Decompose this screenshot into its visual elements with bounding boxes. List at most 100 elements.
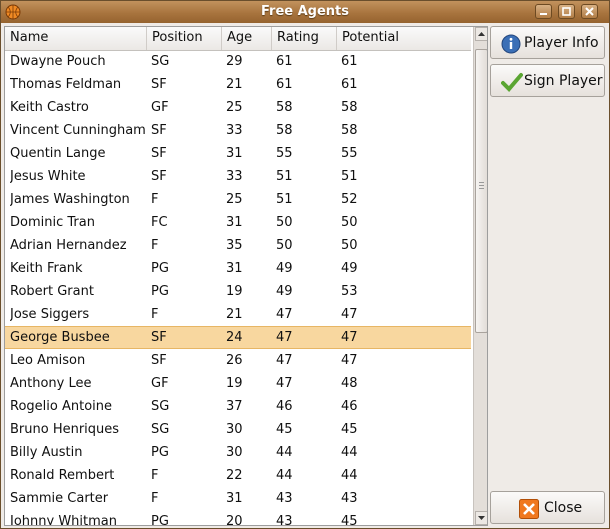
- cell-rating: 49: [276, 261, 293, 276]
- cell-rating: 43: [276, 514, 293, 526]
- close-button[interactable]: Close: [490, 491, 605, 524]
- cell-age: 29: [226, 54, 243, 69]
- maximize-button[interactable]: [558, 4, 575, 19]
- cell-age: 30: [226, 422, 243, 437]
- cell-name: Thomas Feldman: [10, 77, 122, 92]
- scrollbar-thumb[interactable]: [475, 49, 487, 333]
- free-agents-window: Free Agents Name Position Age Rating Pot…: [0, 0, 610, 529]
- table-row[interactable]: Keith Castro GF 25 58 58: [5, 96, 471, 119]
- cell-potential: 47: [341, 307, 358, 322]
- cell-position: SG: [151, 422, 170, 437]
- cell-name: James Washington: [10, 192, 130, 207]
- cell-position: F: [151, 491, 159, 506]
- table-row[interactable]: Billy Austin PG 30 44 44: [5, 441, 471, 464]
- cell-name: Keith Frank: [10, 261, 83, 276]
- table-row[interactable]: George Busbee SF 24 47 47: [5, 326, 471, 349]
- cell-age: 25: [226, 192, 243, 207]
- cell-rating: 47: [276, 353, 293, 368]
- cell-position: SG: [151, 399, 170, 414]
- close-x-icon: [519, 499, 539, 519]
- table-row[interactable]: Sammie Carter F 31 43 43: [5, 487, 471, 510]
- table-row[interactable]: James Washington F 25 51 52: [5, 188, 471, 211]
- cell-rating: 51: [276, 169, 293, 184]
- column-header-position[interactable]: Position: [147, 27, 222, 50]
- pane-grip-line: [479, 188, 484, 189]
- cell-name: Vincent Cunningham: [10, 123, 146, 138]
- cell-name: Sammie Carter: [10, 491, 109, 506]
- table-row[interactable]: Robert Grant PG 19 49 53: [5, 280, 471, 303]
- cell-potential: 43: [341, 491, 358, 506]
- cell-position: SF: [151, 353, 167, 368]
- cell-potential: 51: [341, 169, 358, 184]
- scroll-up-button[interactable]: [475, 27, 487, 41]
- cell-age: 31: [226, 491, 243, 506]
- cell-position: PG: [151, 514, 169, 526]
- table-row[interactable]: Leo Amison SF 26 47 47: [5, 349, 471, 372]
- cell-age: 26: [226, 353, 243, 368]
- table-row[interactable]: Jesus White SF 33 51 51: [5, 165, 471, 188]
- cell-age: 37: [226, 399, 243, 414]
- vertical-scrollbar[interactable]: [473, 27, 487, 525]
- table-row[interactable]: Bruno Henriques SG 30 45 45: [5, 418, 471, 441]
- table-row[interactable]: Dwayne Pouch SG 29 61 61: [5, 50, 471, 73]
- table-row[interactable]: Keith Frank PG 31 49 49: [5, 257, 471, 280]
- table-row[interactable]: Adrian Hernandez F 35 50 50: [5, 234, 471, 257]
- cell-name: Leo Amison: [10, 353, 86, 368]
- cell-age: 21: [226, 77, 243, 92]
- table-row[interactable]: Johnny Whitman PG 20 43 45: [5, 510, 471, 526]
- cell-name: Bruno Henriques: [10, 422, 120, 437]
- cell-position: PG: [151, 284, 169, 299]
- cell-position: PG: [151, 445, 169, 460]
- cell-name: Johnny Whitman: [10, 514, 118, 526]
- cell-age: 20: [226, 514, 243, 526]
- minimize-button[interactable]: [535, 4, 552, 19]
- cell-potential: 50: [341, 238, 358, 253]
- cell-age: 19: [226, 284, 243, 299]
- table-row[interactable]: Rogelio Antoine SG 37 46 46: [5, 395, 471, 418]
- table-row[interactable]: Jose Siggers F 21 47 47: [5, 303, 471, 326]
- table-row[interactable]: Dominic Tran FC 31 50 50: [5, 211, 471, 234]
- cell-position: SG: [151, 54, 170, 69]
- cell-rating: 50: [276, 215, 293, 230]
- scroll-down-button[interactable]: [475, 511, 487, 525]
- cell-position: PG: [151, 261, 169, 276]
- free-agents-table[interactable]: Name Position Age Rating Potential Dwayn…: [4, 26, 488, 526]
- table-row[interactable]: Thomas Feldman SF 21 61 61: [5, 73, 471, 96]
- player-info-button[interactable]: Player Info: [490, 26, 605, 59]
- table-row[interactable]: Quentin Lange SF 31 55 55: [5, 142, 471, 165]
- cell-age: 30: [226, 445, 243, 460]
- column-header-potential[interactable]: Potential: [337, 27, 471, 50]
- cell-rating: 50: [276, 238, 293, 253]
- column-header-rating[interactable]: Rating: [272, 27, 337, 50]
- cell-potential: 55: [341, 146, 358, 161]
- cell-position: F: [151, 307, 159, 322]
- cell-name: Anthony Lee: [10, 376, 92, 391]
- cell-rating: 58: [276, 100, 293, 115]
- cell-potential: 52: [341, 192, 358, 207]
- cell-name: Jesus White: [10, 169, 86, 184]
- table-row[interactable]: Vincent Cunningham SF 33 58 58: [5, 119, 471, 142]
- table-body: Dwayne Pouch SG 29 61 61 Thomas Feldman SF 21 61…: [5, 50, 471, 526]
- table-row[interactable]: Anthony Lee GF 19 47 48: [5, 372, 471, 395]
- cell-age: 35: [226, 238, 243, 253]
- cell-potential: 58: [341, 123, 358, 138]
- title-bar[interactable]: Free Agents: [1, 1, 609, 23]
- cell-potential: 58: [341, 100, 358, 115]
- cell-age: 31: [226, 215, 243, 230]
- window-close-button[interactable]: [581, 4, 598, 19]
- cell-rating: 44: [276, 445, 293, 460]
- table-row[interactable]: Ronald Rembert F 22 44 44: [5, 464, 471, 487]
- cell-name: Billy Austin: [10, 445, 83, 460]
- cell-rating: 47: [276, 376, 293, 391]
- sign-player-button[interactable]: Sign Player: [490, 64, 605, 97]
- column-header-age[interactable]: Age: [222, 27, 272, 50]
- cell-potential: 48: [341, 376, 358, 391]
- cell-position: SF: [151, 77, 167, 92]
- cell-rating: 61: [276, 54, 293, 69]
- cell-potential: 45: [341, 514, 358, 526]
- maximize-icon: [562, 7, 571, 16]
- close-label: Close: [544, 500, 583, 516]
- cell-potential: 49: [341, 261, 358, 276]
- column-header-name[interactable]: Name: [5, 27, 147, 50]
- cell-name: Rogelio Antoine: [10, 399, 112, 414]
